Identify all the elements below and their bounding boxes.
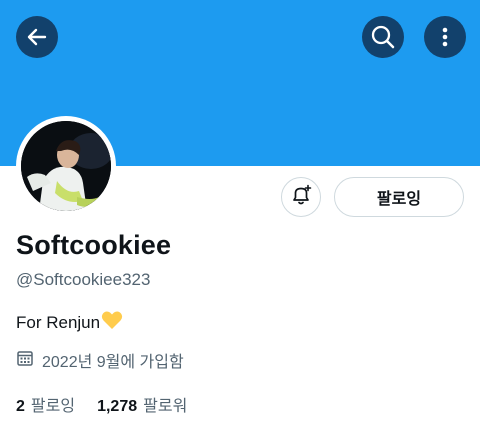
more-options-button[interactable] — [424, 16, 466, 58]
bio-text: For Renjun — [16, 312, 101, 332]
following-count: 2 — [16, 398, 25, 415]
follow-stats: 2 팔로잉 1,278 팔로워 — [16, 392, 209, 416]
avatar-frame[interactable] — [16, 116, 116, 216]
avatar[interactable] — [21, 121, 111, 211]
joined-date: 2022년 9월에 가입함 — [16, 348, 184, 372]
search-icon — [370, 24, 396, 50]
notifications-button[interactable] — [281, 177, 321, 217]
search-button[interactable] — [362, 16, 404, 58]
following-label: 팔로잉 — [30, 398, 76, 415]
yellow-heart-icon — [101, 310, 123, 335]
user-handle: @Softcookiee323 — [16, 270, 151, 289]
calendar-icon — [16, 349, 34, 372]
following-count-link[interactable]: 2 팔로잉 — [16, 392, 75, 416]
back-button[interactable] — [16, 16, 58, 58]
bell-plus-icon — [289, 183, 313, 212]
more-vertical-icon — [433, 25, 457, 49]
followers-count: 1,278 — [97, 398, 138, 415]
followers-count-link[interactable]: 1,278 팔로워 — [97, 392, 187, 416]
arrow-left-icon — [25, 25, 49, 49]
bio: For Renjun — [16, 310, 123, 335]
following-button-label: 팔로잉 — [376, 191, 422, 208]
display-name: Softcookiee — [16, 230, 172, 260]
followers-label: 팔로워 — [143, 398, 188, 415]
following-button[interactable]: 팔로잉 — [334, 177, 464, 217]
joined-text: 2022년 9월에 가입함 — [42, 354, 184, 371]
